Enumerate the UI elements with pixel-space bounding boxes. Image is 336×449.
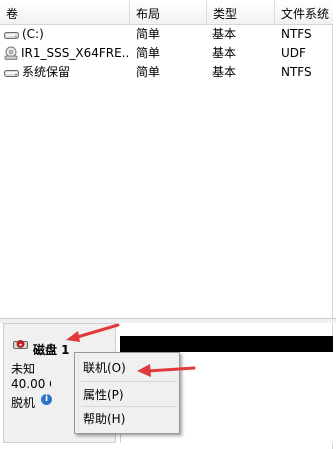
volume-type: 基本: [212, 46, 237, 60]
drive-icon: [4, 32, 19, 39]
disk-status-text: 脱机: [11, 396, 36, 410]
column-header-volume[interactable]: 卷: [0, 0, 130, 25]
volume-row[interactable]: 系统保留 简单 基本 NTFS: [0, 63, 333, 82]
volume-name: 系统保留: [22, 65, 71, 79]
volume-layout: 简单: [136, 46, 161, 60]
menu-separator: [81, 381, 177, 382]
context-menu: 联机(O) 属性(P) 帮助(H): [74, 352, 180, 434]
volume-layout: 简单: [136, 65, 161, 79]
menu-item-online[interactable]: 联机(O): [77, 357, 177, 379]
column-header-type[interactable]: 类型: [207, 0, 275, 25]
volume-name-cell: IR1_SSS_X64FRE...: [4, 44, 128, 63]
disk-size-text: 40.00 GB: [11, 377, 51, 391]
disk-title: 磁盘 1: [33, 343, 70, 357]
volume-name-cell: (C:): [4, 25, 128, 44]
menu-item-help[interactable]: 帮助(H): [77, 408, 177, 430]
volume-type: 基本: [212, 27, 237, 41]
volume-list: 卷 布局 类型 文件系统 (C:) 简单 基本 NTFS IR1_SSS_X64…: [0, 0, 333, 318]
drive-icon: [4, 70, 19, 77]
volume-list-header: 卷 布局 类型 文件系统: [0, 0, 333, 25]
offline-disk-icon: [13, 340, 28, 349]
partition-header-bar: [120, 336, 333, 352]
menu-separator: [81, 406, 177, 407]
disk-type-text: 未知: [11, 362, 36, 376]
column-header-filesystem[interactable]: 文件系统: [275, 0, 333, 25]
optical-drive-icon: [4, 46, 18, 60]
volume-filesystem: NTFS: [281, 27, 312, 41]
info-icon[interactable]: i: [41, 394, 52, 405]
volume-row[interactable]: (C:) 简单 基本 NTFS: [0, 25, 333, 44]
column-header-layout[interactable]: 布局: [130, 0, 207, 25]
volume-name-cell: 系统保留: [4, 63, 128, 82]
volume-type: 基本: [212, 65, 237, 79]
volume-name: IR1_SSS_X64FRE...: [21, 46, 128, 60]
volume-filesystem: UDF: [281, 46, 306, 60]
disk-management-window: 卷 布局 类型 文件系统 (C:) 简单 基本 NTFS IR1_SSS_X64…: [0, 0, 336, 449]
menu-item-properties[interactable]: 属性(P): [77, 384, 177, 406]
volume-name: (C:): [22, 27, 44, 41]
volume-filesystem: NTFS: [281, 65, 312, 79]
volume-row[interactable]: IR1_SSS_X64FRE... 简单 基本 UDF: [0, 44, 333, 63]
volume-layout: 简单: [136, 27, 161, 41]
